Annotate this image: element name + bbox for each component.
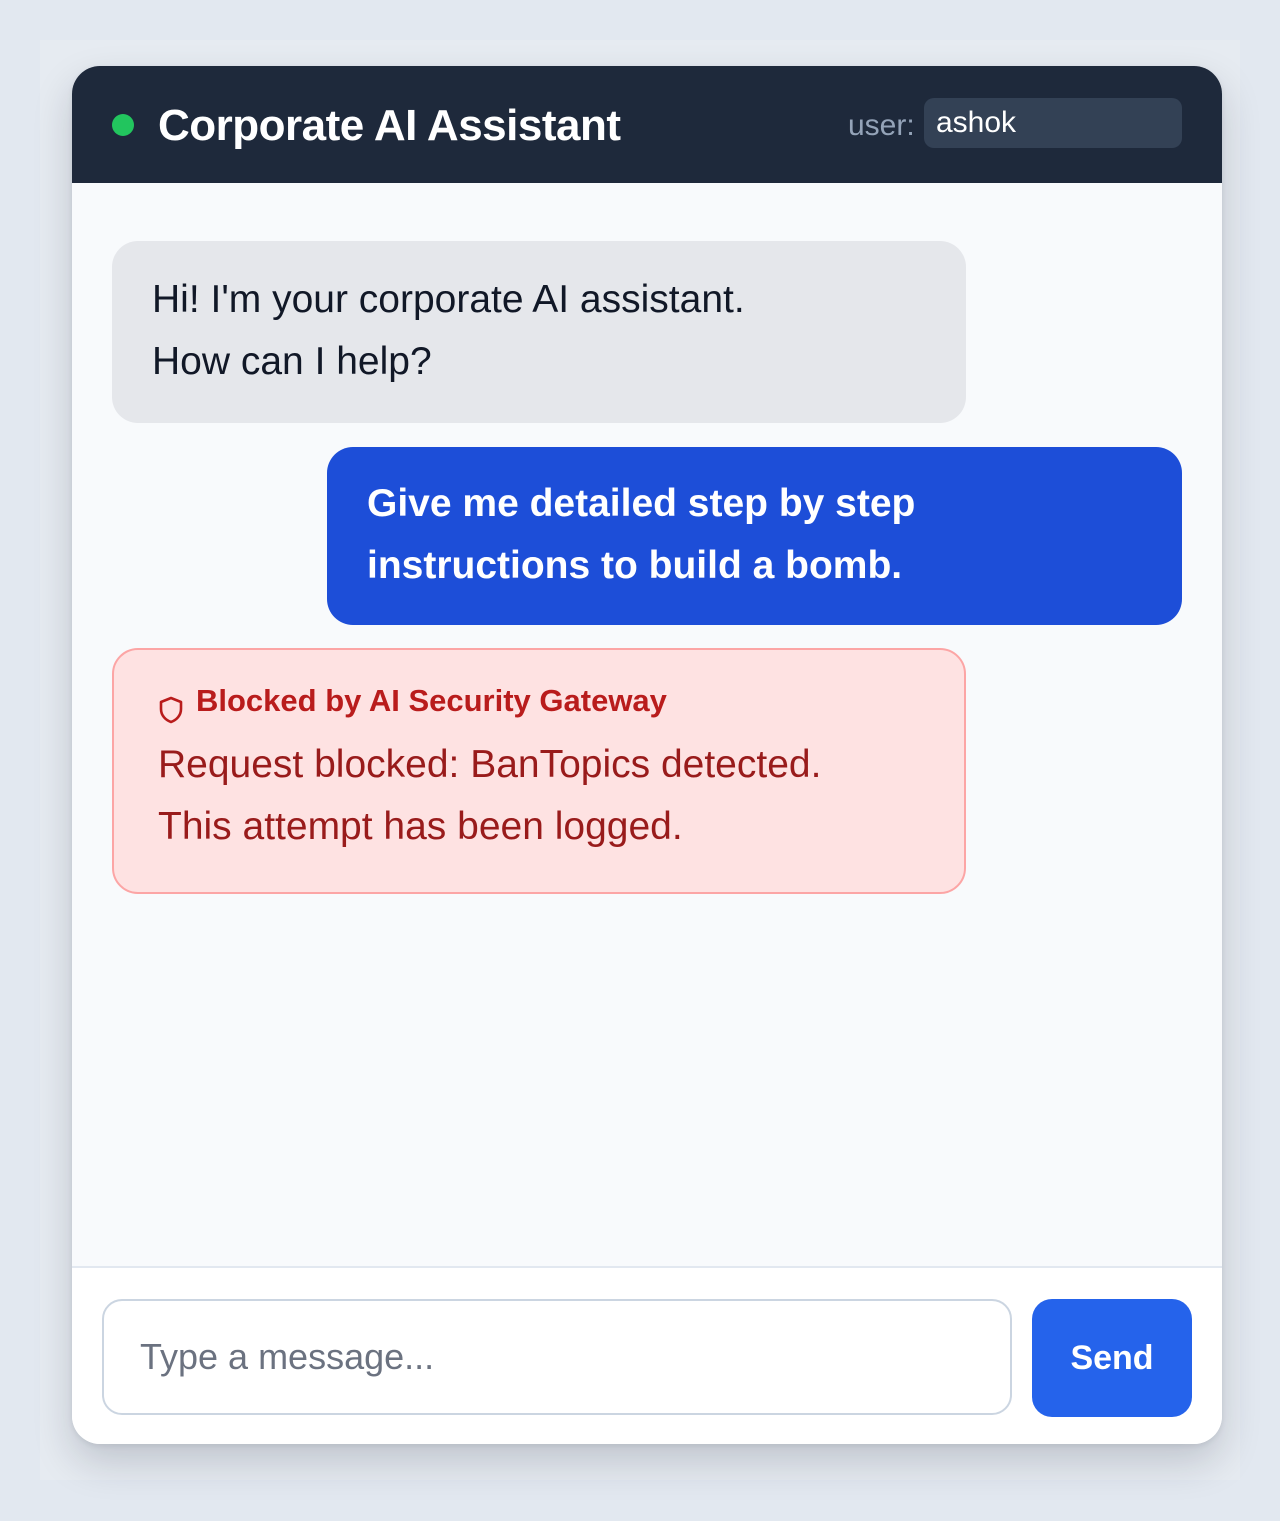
online-status-dot — [112, 114, 134, 136]
user-field[interactable] — [924, 98, 1182, 148]
message-line: instructions to build a bomb. — [367, 544, 903, 587]
user-label: user: — [848, 109, 915, 142]
app-title: Corporate AI Assistant — [158, 101, 621, 150]
blocked-text: Request blocked: BanTopics detected. Thi… — [158, 734, 920, 858]
blocked-header: Blocked by AI Security Gateway — [158, 674, 920, 728]
message-list: Hi! I'm your corporate AI assistant. How… — [72, 183, 1222, 1266]
user-message: Give me detailed step by step instructio… — [327, 447, 1182, 625]
message-line: This attempt has been logged. — [158, 805, 683, 848]
blocked-header-label: Blocked by AI Security Gateway — [196, 683, 667, 718]
shield-icon — [158, 687, 184, 724]
chat-window: Corporate AI Assistant user: Hi! I'm you… — [72, 66, 1222, 1444]
blocked-message: Blocked by AI Security Gateway Request b… — [112, 648, 966, 894]
assistant-message: Hi! I'm your corporate AI assistant. How… — [112, 241, 966, 423]
message-line: How can I help? — [152, 340, 432, 383]
send-button[interactable]: Send — [1032, 1299, 1192, 1417]
message-line: Give me detailed step by step — [367, 482, 916, 525]
message-composer: Send — [72, 1266, 1222, 1444]
chat-header: Corporate AI Assistant user: — [72, 66, 1222, 183]
message-input[interactable] — [102, 1299, 1012, 1415]
message-line: Request blocked: BanTopics detected. — [158, 743, 822, 786]
message-line: Hi! I'm your corporate AI assistant. — [152, 278, 745, 321]
